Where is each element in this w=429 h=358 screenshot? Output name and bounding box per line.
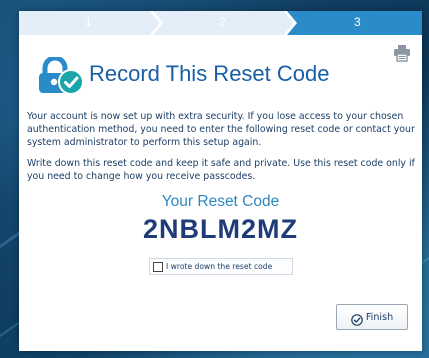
finish-button[interactable]: Finish bbox=[336, 304, 408, 330]
reset-code-dialog: 1 2 3 Record This Reset Code Your accoun… bbox=[19, 11, 422, 351]
finish-button-label: Finish bbox=[365, 311, 394, 323]
reset-code-label: Your Reset Code bbox=[161, 193, 280, 210]
confirm-checkbox-label[interactable]: I wrote down the reset code bbox=[166, 262, 272, 271]
lock-check-icon bbox=[37, 55, 89, 95]
security-info-text: Your account is now set up with extra se… bbox=[27, 111, 415, 148]
step-2-label: 2 bbox=[219, 15, 226, 29]
progress-stepper: 1 2 3 bbox=[19, 11, 422, 35]
printer-icon[interactable] bbox=[393, 44, 411, 62]
step-3-label: 3 bbox=[354, 15, 361, 29]
check-circle-icon bbox=[351, 311, 363, 326]
confirm-checkbox[interactable] bbox=[153, 261, 163, 272]
page-title: Record This Reset Code bbox=[89, 61, 330, 86]
reset-code-instructions: Write down this reset code and keep it s… bbox=[27, 158, 415, 182]
step-1-label: 1 bbox=[85, 15, 92, 29]
reset-code-value: 2NBLM2MZ bbox=[143, 214, 298, 244]
confirm-reset-code-checkbox-row[interactable]: I wrote down the reset code bbox=[149, 258, 293, 275]
